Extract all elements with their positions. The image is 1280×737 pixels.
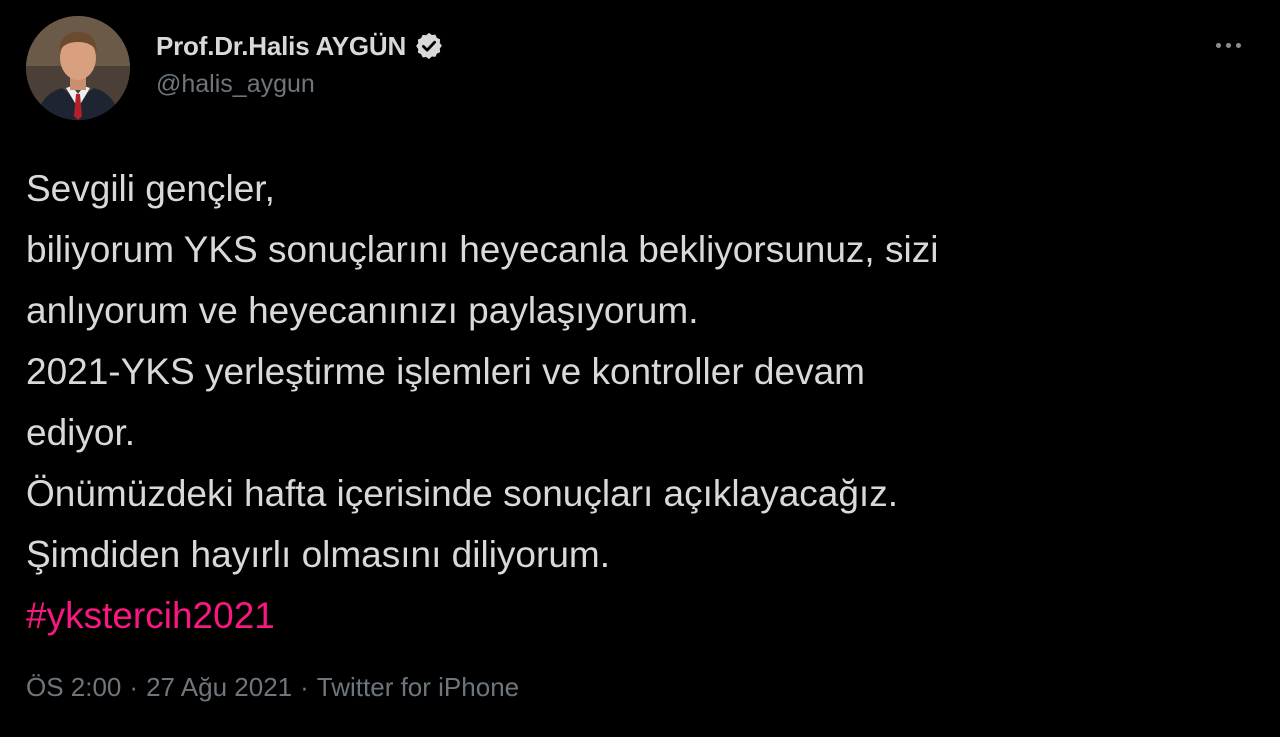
tweet-text-line: biliyorum YKS sonuçlarını heyecanla bekl…: [26, 229, 939, 270]
meta-separator: ·: [300, 672, 309, 702]
avatar-image: [26, 16, 130, 120]
more-options-button[interactable]: [1208, 30, 1248, 60]
tweet-text-line: Şimdiden hayırlı olmasını diliyorum.: [26, 534, 610, 575]
tweet-text: Sevgili gençler, biliyorum YKS sonuçları…: [26, 158, 1256, 646]
more-horizontal-icon: [1235, 42, 1241, 48]
user-handle[interactable]: @halis_aygun: [156, 70, 444, 99]
tweet-text-line: ediyor.: [26, 412, 136, 453]
tweet-date[interactable]: 27 Ağu 2021: [146, 672, 292, 702]
more-horizontal-icon: [1215, 42, 1221, 48]
tweet-text-line: Sevgili gençler,: [26, 168, 275, 209]
name-row: Prof.Dr.Halis AYGÜN: [156, 24, 444, 68]
tweet-text-line: anlıyorum ve heyecanınızı paylaşıyorum.: [26, 290, 699, 331]
meta-separator: ·: [129, 672, 139, 702]
tweet-time[interactable]: ÖS 2:00: [26, 672, 121, 702]
tweet-meta: ÖS 2:00 · 27 Ağu 2021 · Twitter for iPhone: [26, 672, 519, 703]
tweet-card: Prof.Dr.Halis AYGÜN @halis_aygun Sevgili…: [0, 0, 1280, 737]
author-block: Prof.Dr.Halis AYGÜN @halis_aygun: [156, 24, 444, 99]
display-name[interactable]: Prof.Dr.Halis AYGÜN: [156, 31, 406, 62]
hashtag-link[interactable]: #ykstercih2021: [26, 595, 275, 636]
tweet-source[interactable]: Twitter for iPhone: [317, 672, 519, 702]
avatar[interactable]: [26, 16, 130, 120]
verified-badge-icon: [414, 31, 444, 61]
tweet-text-line: Önümüzdeki hafta içerisinde sonuçları aç…: [26, 473, 898, 514]
tweet-text-line: 2021-YKS yerleştirme işlemleri ve kontro…: [26, 351, 865, 392]
more-horizontal-icon: [1225, 42, 1231, 48]
